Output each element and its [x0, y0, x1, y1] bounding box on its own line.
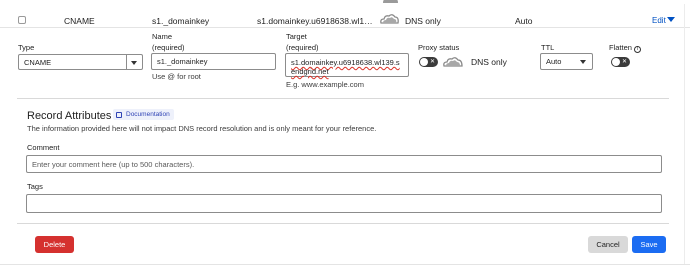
- name-label: Name: [152, 32, 173, 41]
- flatten-toggle[interactable]: ✕: [611, 57, 630, 67]
- right-border: [684, 4, 685, 264]
- documentation-link[interactable]: Documentation: [113, 109, 174, 120]
- edit-label: Edit: [652, 16, 666, 25]
- dns-record-row: CNAME s1._domainkey s1.domainkey.u691863…: [0, 4, 690, 28]
- target-required-label: (required): [286, 43, 319, 52]
- flatten-label: Flatten i: [609, 43, 641, 53]
- caret-down-icon: [131, 61, 137, 65]
- ttl-select-value: Auto: [546, 57, 562, 66]
- target-label: Target: [286, 32, 307, 41]
- cloud-icon: [383, 0, 398, 3]
- documentation-label: Documentation: [126, 111, 170, 118]
- target-input[interactable]: s1.domainkey.u6918638.wl139.sendgrid.net: [285, 53, 409, 77]
- type-label: Type: [18, 43, 35, 52]
- toggle-off-icon: ✕: [622, 59, 628, 65]
- document-icon: [116, 111, 122, 118]
- ttl-select[interactable]: Auto: [540, 53, 593, 70]
- footer-divider: [17, 223, 669, 224]
- section-divider: [17, 98, 669, 99]
- record-content-cell: s1.domainkey.u6918638.wl1…: [257, 16, 373, 26]
- delete-button[interactable]: Delete: [35, 236, 74, 253]
- name-input[interactable]: s1._domainkey: [151, 53, 276, 70]
- caret-down-icon: [666, 17, 675, 22]
- toggle-off-icon: ✕: [430, 59, 436, 65]
- comment-label: Comment: [27, 143, 60, 152]
- target-input-value: s1.domainkey.u6918638.wl139.sendgrid.net: [291, 58, 400, 76]
- type-select-value: CNAME: [24, 57, 52, 67]
- proxy-status-label: Proxy status: [418, 43, 460, 52]
- tags-input[interactable]: [26, 194, 662, 213]
- comment-placeholder: Enter your comment here (up to 500 chara…: [32, 159, 195, 169]
- cloud-icon: [380, 14, 399, 24]
- type-select[interactable]: CNAME: [18, 54, 143, 70]
- name-required-label: (required): [152, 43, 185, 52]
- toggle-knob: [420, 58, 428, 66]
- comment-input[interactable]: Enter your comment here (up to 500 chara…: [26, 155, 662, 173]
- caret-down-icon: [580, 60, 586, 64]
- target-hint: E.g. www.example.com: [286, 80, 364, 89]
- select-divider: [126, 55, 127, 69]
- record-type-cell: CNAME: [64, 16, 95, 26]
- save-button[interactable]: Save: [632, 236, 666, 253]
- flatten-label-text: Flatten: [609, 43, 632, 52]
- edit-button[interactable]: Edit: [652, 16, 675, 26]
- record-attributes-description: The information provided here will not i…: [27, 124, 377, 133]
- info-icon[interactable]: i: [633, 46, 641, 53]
- proxy-toggle[interactable]: ✕: [419, 57, 438, 67]
- record-proxy-status-cell: DNS only: [405, 16, 441, 26]
- ttl-label: TTL: [541, 43, 555, 52]
- cloud-icon: [443, 57, 463, 67]
- row-checkbox[interactable]: [18, 16, 26, 24]
- toggle-knob: [612, 58, 620, 66]
- record-ttl-cell: Auto: [515, 16, 533, 26]
- proxy-status-value: DNS only: [471, 57, 507, 67]
- name-input-value: s1._domainkey: [157, 57, 208, 66]
- record-name-cell: s1._domainkey: [152, 16, 210, 26]
- name-hint: Use @ for root: [152, 72, 201, 81]
- record-attributes-title: Record Attributes: [27, 110, 112, 122]
- tags-label: Tags: [27, 182, 43, 191]
- cancel-button[interactable]: Cancel: [588, 236, 628, 253]
- bottom-divider: [0, 264, 690, 265]
